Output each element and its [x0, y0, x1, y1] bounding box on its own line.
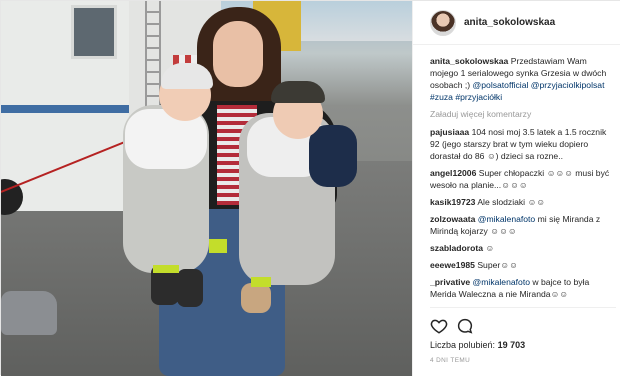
comment: zolzowaata @mikalenafoto mi się Miranda … — [430, 213, 616, 237]
baby-left-shoe-2 — [177, 269, 203, 307]
post-header: anita_sokolowskaa — [413, 1, 620, 45]
baby-left-hat — [161, 63, 213, 89]
comment: szabladorota ☺ — [430, 242, 616, 254]
post-timestamp[interactable]: 4 DNI TEMU — [430, 357, 470, 364]
photo-trailer — [1, 1, 133, 215]
baby-right-cap — [271, 81, 325, 103]
baby-left-sock — [153, 265, 179, 273]
likes-label: Liczba polubień: — [430, 340, 496, 350]
comment-username[interactable]: pajusiaaa — [430, 127, 469, 137]
comment-username[interactable]: angel12006 — [430, 168, 476, 178]
comment: eeewe1985 Super☺☺ — [430, 259, 616, 271]
comment-text: ☺ — [485, 243, 495, 253]
trailer-window — [71, 5, 117, 59]
likes-number: 19 703 — [497, 340, 526, 350]
comment-mention[interactable]: @mikalenafoto — [478, 214, 535, 224]
comment: angel12006 Super chłopaczki ☺☺☺ musi być… — [430, 167, 616, 191]
trailer-stripe — [1, 105, 133, 113]
comment-username[interactable]: zolzowaata — [430, 214, 475, 224]
caption-tag[interactable]: @przyjaciolkipolsat — [531, 80, 605, 90]
likes-count[interactable]: Liczba polubień: 19 703 — [430, 340, 525, 350]
baby-right-sock-2 — [251, 277, 271, 287]
post-actions — [430, 315, 490, 337]
comment: pajusiaaa 104 nosi moj 3.5 latek a 1.5 r… — [430, 126, 616, 162]
post-side-panel: anita_sokolowskaa anita_sokolowskaa Prze… — [412, 1, 620, 376]
comment-icon[interactable] — [456, 317, 474, 335]
caption-username[interactable]: anita_sokolowskaa — [430, 56, 508, 66]
caption-hashtag[interactable]: #przyjaciółki — [455, 92, 502, 102]
baby-right-sock — [209, 239, 227, 253]
avatar[interactable] — [430, 10, 456, 36]
comment-text: Ale slodziaki ☺☺ — [477, 197, 546, 207]
post-photo[interactable] — [1, 1, 412, 376]
comment-text: Super☺☺ — [477, 260, 518, 270]
baby-right-shoe — [241, 283, 271, 313]
caption-hashtag[interactable]: #zuza — [430, 92, 453, 102]
woman-face — [213, 21, 263, 87]
load-more-comments[interactable]: Załaduj więcej komentarzy — [430, 108, 616, 120]
caption: anita_sokolowskaa Przedstawiam Wam mojeg… — [430, 55, 616, 103]
heart-icon[interactable] — [430, 317, 448, 335]
actions-divider — [430, 307, 616, 308]
backpack — [1, 291, 57, 335]
comment-mention[interactable]: @mikalenafoto — [473, 277, 530, 287]
comment: _privative @mikalenafoto w bajce to była… — [430, 276, 616, 300]
instagram-post: anita_sokolowskaa anita_sokolowskaa Prze… — [0, 0, 620, 376]
baby-right-sleeve — [309, 125, 357, 187]
header-username[interactable]: anita_sokolowskaa — [464, 17, 555, 28]
comment: kasik19723 Ale slodziaki ☺☺ — [430, 196, 616, 208]
comment-username[interactable]: eeewe1985 — [430, 260, 475, 270]
comment-username[interactable]: _privative — [430, 277, 470, 287]
caption-tag[interactable]: @polsatofficial — [473, 80, 529, 90]
comment-username[interactable]: kasik19723 — [430, 197, 475, 207]
comments-list: anita_sokolowskaa Przedstawiam Wam mojeg… — [430, 55, 616, 305]
comment-username[interactable]: szabladorota — [430, 243, 483, 253]
